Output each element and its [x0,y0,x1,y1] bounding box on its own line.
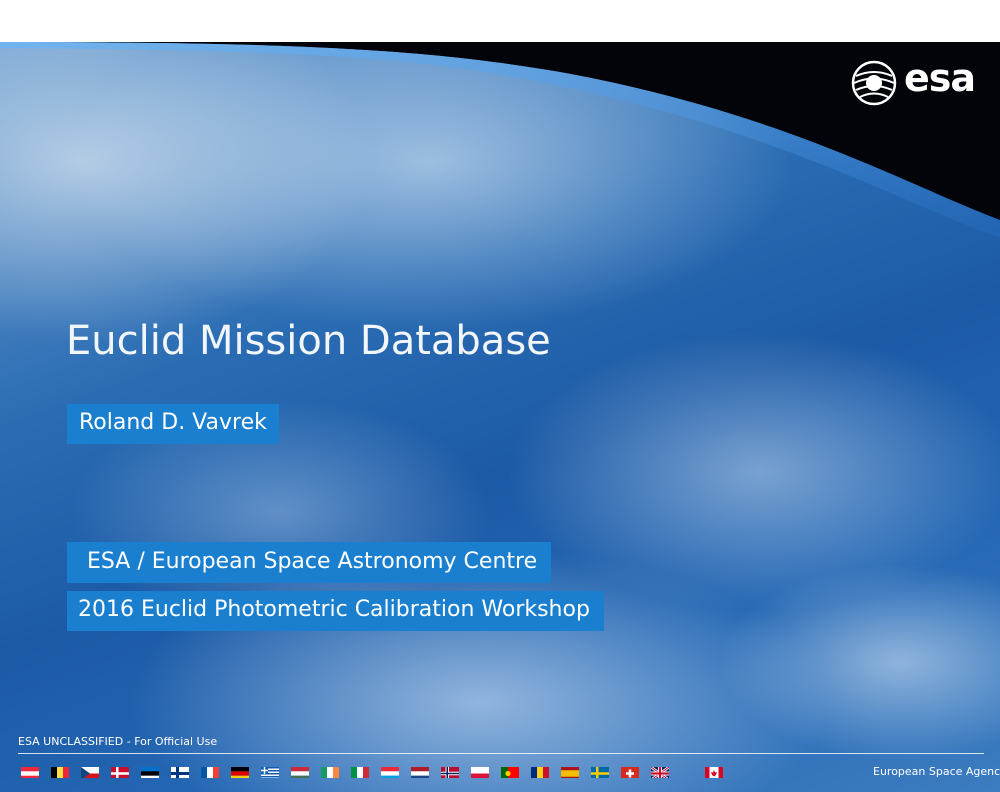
poland-flag-icon [471,765,489,778]
switzerland-flag-icon [621,765,639,778]
event-name: 2016 Euclid Photometric Calibration Work… [67,591,604,631]
united-kingdom-flag-icon [651,765,669,778]
italy-flag-icon [351,765,369,778]
germany-flag-icon [231,765,249,778]
esa-logo-icon [851,60,897,106]
classification-label: ESA UNCLASSIFIED - For Official Use [18,735,218,748]
spain-flag-icon [561,765,579,778]
belgium-flag-icon [51,765,69,778]
luxembourg-flag-icon [381,765,399,778]
greece-flag-icon [261,765,279,778]
czech-flag-icon [81,765,99,778]
portugal-flag-icon [501,765,519,778]
slide-title: Euclid Mission Database [66,318,551,364]
footer-divider [18,753,984,754]
organization-name: ESA / European Space Astronomy Centre [67,542,552,583]
hungary-flag-icon [291,765,309,778]
estonia-flag-icon [141,765,159,778]
slide-background: esa Euclid Mission Database Roland D. Va… [0,42,1000,792]
esa-logo-text: esa [904,56,976,100]
austria-flag-icon [21,765,39,778]
romania-flag-icon [531,765,549,778]
norway-flag-icon [441,765,459,778]
canada-flag-icon [705,765,723,778]
netherlands-flag-icon [411,765,429,778]
ireland-flag-icon [321,765,339,778]
sweden-flag-icon [591,765,609,778]
agency-name: European Space Agency [873,765,1000,778]
denmark-flag-icon [111,765,129,778]
finland-flag-icon [171,765,189,778]
esa-logo: esa [850,56,990,106]
author-name: Roland D. Vavrek [67,404,279,444]
france-flag-icon [201,765,219,778]
